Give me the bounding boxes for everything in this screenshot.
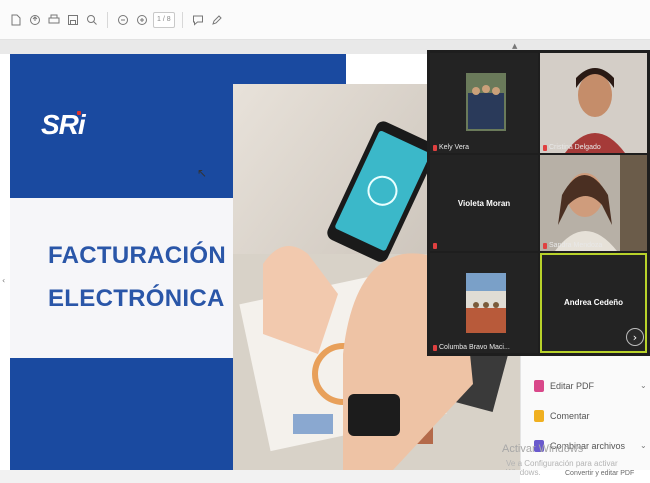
participant-name: Columba Bravo Maci... [439,344,510,351]
slide-title-line2: ELECTRÓNICA [48,285,225,312]
mic-muted-icon [433,144,437,151]
participant-name: Kely Vera [439,144,469,151]
comment-icon[interactable] [190,12,206,28]
zoom-out-icon[interactable] [115,12,131,28]
pdf-toolbar: 1 / 8 [0,0,650,40]
page-current: 1 [157,16,161,23]
page-number-field[interactable]: 1 / 8 [153,11,175,28]
slide-title-line1: FACTURACIÓN [48,242,226,269]
previous-page-icon[interactable]: ‹ [2,276,5,285]
participant-name-label: Cristina Delgado [543,144,601,151]
windows-activation-title: Activar Windows [502,443,584,455]
mic-muted-icon [433,344,437,351]
mic-muted-icon [433,243,437,249]
page-total: / 8 [162,16,171,23]
save-icon[interactable] [65,12,81,28]
chevron-down-icon[interactable]: ⌄ [640,441,647,450]
screen: 1 / 8 ▲ ‹ SRi FACTURACIÓN ELECTRÓNICA ↖ … [0,0,650,483]
scroll-up-icon[interactable]: ▲ [512,42,517,50]
zoom-in-icon[interactable] [134,12,150,28]
tool-label: Comentar [550,411,590,421]
participant-center-name: Andrea Cedeño [563,298,624,307]
participant-name-label: Sandra Mendoza [543,242,602,249]
participant-tile[interactable]: Kely Vera [430,53,538,153]
mic-muted-icon [543,242,547,249]
participant-tile[interactable]: Sandra Mendoza [540,155,647,251]
participant-tile-active-speaker[interactable]: Andrea Cedeño › [540,253,647,353]
print-icon[interactable] [46,12,62,28]
pen-icon[interactable] [209,12,225,28]
convert-edit-pdf-link[interactable]: Convertir y editar PDF [565,470,634,477]
participant-name-label [433,243,437,249]
mic-muted-icon [543,144,547,151]
participant-center-name: Violeta Moran [457,199,511,208]
edit-pdf-icon [534,380,544,392]
participant-name-label: Kely Vera [433,144,469,151]
tool-label: Editar PDF [550,381,595,391]
slide-title-band [10,198,268,358]
chevron-right-icon[interactable]: › [626,328,644,346]
participant-name-label: Columba Bravo Maci... [433,344,510,351]
share-icon[interactable] [27,12,43,28]
participant-tile[interactable]: Cristina Delgado [540,53,647,153]
search-icon[interactable] [84,12,100,28]
participant-tile[interactable]: Columba Bravo Maci... [430,253,538,353]
tool-comment[interactable]: Comentar [534,410,590,422]
sri-logo-mark [77,111,81,115]
toolbar-divider [181,11,183,28]
slide-blue-footer [10,358,246,470]
chevron-down-icon[interactable]: ⌄ [640,381,647,390]
mouse-cursor-icon: ↖ [197,166,208,180]
comment-icon [534,410,544,422]
participant-name: Sandra Mendoza [549,242,603,249]
tool-edit-pdf[interactable]: Editar PDF [534,380,594,392]
participant-tile[interactable]: Violeta Moran [430,155,538,251]
video-gallery: Kely Vera Cristina Delgado Violeta Moran [427,50,650,356]
participant-name: Cristina Delgado [549,144,601,151]
file-icon[interactable] [8,12,24,28]
toolbar-divider [107,11,108,28]
bottom-scrollbar[interactable] [0,470,520,483]
